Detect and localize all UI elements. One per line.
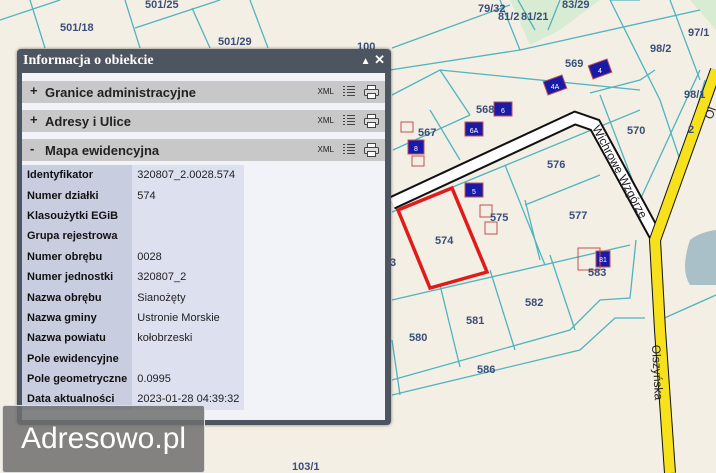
street-label-olszynska: Olszyńska [649,344,666,400]
attribute-key: Numer działki [22,185,133,206]
parcel-label: 582 [525,297,543,309]
attribute-key: Pole geometryczne [22,368,133,390]
toggle-icon[interactable]: + [30,83,38,98]
parcel-label: 81/21 [521,11,549,23]
parcel-label: 98/1 [684,89,705,101]
section-title: Mapa ewidencyjna [45,143,160,158]
section-header[interactable]: + Adresy i Ulice XML [22,110,385,132]
attribute-key: Nazwa powiatu [22,328,133,349]
parcel-label: 98/2 [650,43,671,55]
table-row: Klasoużytki EGiB [22,205,245,227]
building-number-label: 8 [414,146,418,153]
list-icon[interactable] [343,114,355,127]
collapse-icon[interactable]: ▲ [361,56,371,67]
parcel-label: 81/2 [498,11,519,23]
street-label-wichrowe-wzgorze: Wichrowe Wzgórze [589,123,650,221]
building-number-label: 6A [470,128,479,135]
attribute-value: 320807_2.0028.574 [132,165,245,186]
parcel-label: 501/29 [218,36,252,48]
table-row: Pole ewidencyjne [22,348,245,369]
xml-export-button[interactable]: XML [318,87,334,96]
parcel-label: 577 [569,210,587,222]
panel-controls: ▲ ✕ [361,52,385,68]
attribute-key: Numer obrębu [22,246,133,267]
table-row: Pole geometryczne 0.0995 [22,368,245,390]
table-row: Nazwa gminy Ustronie Morskie [22,307,245,329]
attribute-key: Numer jednostki [22,266,133,288]
attribute-value: 0.0995 [132,368,245,390]
xml-export-button[interactable]: XML [318,116,334,125]
building-number-label: 81 [599,257,607,264]
xml-export-button[interactable]: XML [318,145,334,154]
section-header[interactable]: - Mapa ewidencyjna XML [22,139,385,161]
attribute-key: Klasoużytki EGiB [22,205,133,227]
parcel-label: 83/29 [562,0,590,11]
toggle-icon[interactable]: + [30,112,38,127]
object-info-panel: Informacja o obiekcie ▲ ✕ + Granice admi… [17,49,391,425]
parcel-label: 574 [435,235,454,247]
attribute-value: Sianożęty [132,287,245,308]
parcel-label: 2 [688,124,694,136]
toggle-icon[interactable]: - [30,141,34,156]
attribute-value [132,348,245,369]
parcel-label: 501/18 [60,22,94,34]
parcel-label: 103/1 [292,461,320,473]
attribute-value: Ustronie Morskie [132,307,245,329]
table-row: Grupa rejestrowa [22,226,245,247]
parcel-label: 583 [588,267,606,279]
parcel-label: 580 [409,332,427,344]
panel-body: + Granice administracyjne XML + Adresy i… [22,73,385,420]
parcel-label: 569 [565,58,583,70]
attribute-key: Pole ewidencyjne [22,348,133,369]
building-number-label: 5 [472,189,476,196]
water-area [685,230,716,285]
section-title: Granice administracyjne [45,85,197,100]
attribute-value: kołobrzeski [132,328,245,349]
table-row: Numer jednostki 320807_2 [22,266,245,288]
attribute-value: 320807_2 [132,266,245,288]
print-icon[interactable] [364,85,379,99]
table-row: Numer działki 574 [22,185,245,206]
table-row: Numer obrębu 0028 [22,246,245,267]
attribute-value [132,205,245,227]
building-number-label: 6 [501,108,505,115]
parcel-label: 576 [547,159,565,171]
building-number-label: 4A [551,84,560,91]
attribute-key: Grupa rejestrowa [22,226,133,247]
parcel-label: 586 [477,364,495,376]
attribute-value: 574 [132,185,245,206]
attribute-table: Identyfikator 320807_2.0028.574 Numer dzia… [22,165,245,410]
attribute-key: Nazwa obrębu [22,287,133,308]
table-row: Identyfikator 320807_2.0028.574 [22,165,245,186]
print-icon[interactable] [364,114,379,128]
list-icon[interactable] [343,143,355,156]
print-icon[interactable] [364,143,379,157]
parcel-label: 501/25 [145,0,179,11]
attribute-key: Nazwa gminy [22,307,133,329]
table-row: Nazwa obrębu Sianożęty [22,287,245,308]
parcel-label: 567 [418,127,436,139]
building-number-label: 4 [598,68,602,75]
section-header[interactable]: + Granice administracyjne XML [22,81,385,103]
attribute-value [132,226,245,247]
parcel-label: 581 [466,315,484,327]
parcel-label: 570 [627,125,645,137]
attribute-value: 0028 [132,246,245,267]
close-icon[interactable]: ✕ [374,52,385,67]
watermark-logo: Adresowo.pl [2,405,205,473]
parcel-label: 97/1 [688,27,709,39]
list-icon[interactable] [343,85,355,98]
panel-title: Informacja o obiekcie [23,53,154,68]
attribute-key: Identyfikator [22,165,133,186]
table-row: Nazwa powiatu kołobrzeski [22,328,245,349]
parcel-label: 575 [490,212,508,224]
parcel-label: 568 [476,104,494,116]
green-area [690,0,716,30]
section-title: Adresy i Ulice [45,114,131,129]
